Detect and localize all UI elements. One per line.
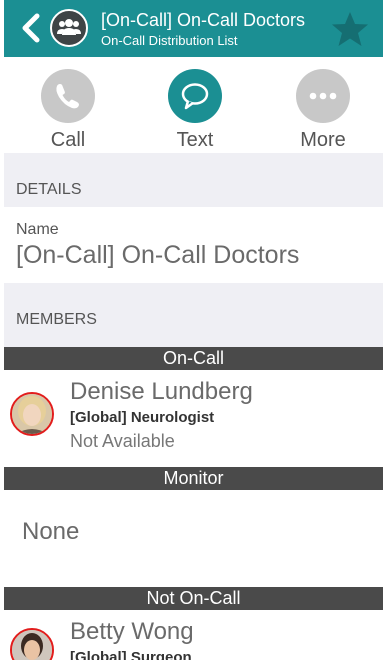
group-header-monitor: Monitor: [4, 467, 383, 490]
group-header-not-on-call: Not On-Call: [4, 587, 383, 610]
avatar: [10, 392, 54, 436]
more-dots-icon: [309, 92, 337, 100]
member-status: Not Available: [70, 431, 175, 451]
name-value: [On-Call] On-Call Doctors: [16, 241, 300, 269]
header-bar: [On-Call] On-Call Doctors On-Call Distri…: [4, 0, 383, 57]
back-button[interactable]: [16, 13, 46, 43]
member-name: Betty Wong: [70, 618, 194, 645]
chat-bubble-icon: [181, 83, 209, 110]
group-avatar: [50, 9, 88, 47]
more-label: More: [300, 129, 346, 151]
phone-icon: [56, 84, 79, 109]
avatar: [10, 628, 54, 660]
favorite-button[interactable]: [331, 11, 369, 52]
action-row: Call Text More: [4, 57, 383, 153]
empty-group-text: None: [22, 518, 80, 545]
page-subtitle: On-Call Distribution List: [101, 33, 238, 48]
member-row[interactable]: Denise Lundberg [Global] Neurologist Not…: [4, 370, 383, 466]
call-button[interactable]: Call: [18, 69, 118, 152]
app-frame: [On-Call] On-Call Doctors On-Call Distri…: [4, 0, 383, 660]
member-role: [Global] Neurologist: [70, 409, 215, 426]
more-button[interactable]: More: [273, 69, 373, 152]
text-circle[interactable]: [168, 69, 222, 123]
page-title: [On-Call] On-Call Doctors: [101, 10, 306, 30]
members-section-header: MEMBERS: [4, 283, 383, 347]
member-role: [Global] Surgeon: [70, 649, 192, 660]
group-header-on-call: On-Call: [4, 347, 383, 370]
details-section-header: DETAILS: [4, 153, 383, 207]
member-row[interactable]: Betty Wong [Global] Surgeon: [4, 610, 383, 660]
group-icon: [57, 19, 81, 35]
back-chevron-icon: [22, 13, 40, 43]
name-field: Name [On-Call] On-Call Doctors: [4, 207, 383, 283]
call-label: Call: [50, 129, 86, 151]
text-label: Text: [176, 129, 214, 151]
text-button[interactable]: Text: [145, 69, 245, 152]
member-name: Denise Lundberg: [70, 378, 253, 405]
star-icon: [332, 12, 368, 46]
name-label: Name: [16, 221, 59, 238]
more-circle[interactable]: [296, 69, 350, 123]
call-circle[interactable]: [41, 69, 95, 123]
